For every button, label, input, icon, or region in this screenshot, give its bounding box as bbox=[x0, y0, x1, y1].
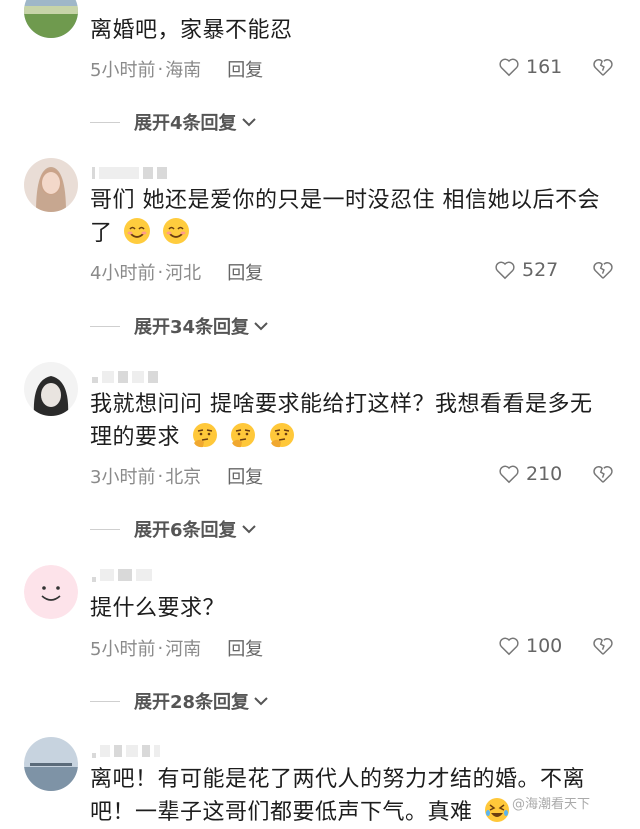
like-button[interactable]: 210 bbox=[498, 463, 562, 485]
username-blurred bbox=[92, 569, 152, 583]
expand-replies-button[interactable]: 展开6条回复 bbox=[90, 516, 257, 542]
watermark: @海潮看天下 bbox=[512, 797, 591, 812]
avatar[interactable] bbox=[24, 0, 78, 38]
comment-time: 4小时前 bbox=[90, 263, 156, 284]
thinking-face-emoji-icon bbox=[192, 423, 217, 448]
expand-replies-label: 展开4条回复 bbox=[134, 113, 237, 134]
comment-text-content: 我就想问问 提啥要求能给打这样？我想看看是多无理的要求 bbox=[90, 392, 593, 450]
separator-dot: · bbox=[157, 261, 164, 283]
smiling-face-emoji-icon bbox=[162, 218, 189, 244]
comment-meta: 4小时前 · 河北 回复 bbox=[90, 259, 263, 285]
expand-replies-label: 展开6条回复 bbox=[134, 520, 237, 541]
comment-text: 提什么要求？ bbox=[90, 596, 226, 621]
comment-location: 海南 bbox=[165, 60, 202, 81]
avatar[interactable] bbox=[24, 565, 78, 619]
comment-time: 3小时前 bbox=[90, 467, 156, 488]
divider-line bbox=[90, 528, 120, 530]
comment-text: 我就想问问 提啥要求能给打这样？我想看看是多无理的要求 bbox=[90, 388, 610, 454]
separator-dot: · bbox=[157, 58, 164, 80]
expand-replies-button[interactable]: 展开34条回复 bbox=[90, 313, 269, 339]
thinking-face-emoji-icon bbox=[269, 423, 294, 448]
expand-replies-label: 展开28条回复 bbox=[134, 692, 250, 713]
expand-replies-button[interactable]: 展开4条回复 bbox=[90, 109, 257, 135]
comment-text: 哥们 她还是爱你的只是一时没忍住 相信她以后不会了 bbox=[90, 184, 610, 250]
broken-heart-icon[interactable] bbox=[592, 463, 614, 485]
avatar[interactable] bbox=[24, 158, 78, 212]
like-count: 161 bbox=[526, 56, 563, 78]
like-count: 527 bbox=[522, 259, 559, 281]
comment-meta: 3小时前 · 北京 回复 bbox=[90, 463, 263, 489]
chevron-down-icon bbox=[254, 322, 268, 331]
comment-time: 5小时前 bbox=[90, 60, 156, 81]
reply-button[interactable]: 回复 bbox=[227, 463, 263, 489]
username-blurred bbox=[92, 167, 167, 181]
separator-dot: · bbox=[157, 465, 164, 487]
expand-replies-label: 展开34条回复 bbox=[134, 317, 250, 338]
comment-location: 河南 bbox=[165, 639, 202, 660]
username-blurred bbox=[92, 745, 160, 759]
broken-heart-icon[interactable] bbox=[592, 259, 614, 281]
comment-text: 离婚吧，家暴不能忍 bbox=[90, 18, 293, 43]
like-button[interactable]: 161 bbox=[498, 56, 562, 78]
username-blurred bbox=[92, 371, 158, 385]
reply-button[interactable]: 回复 bbox=[227, 635, 263, 661]
chevron-down-icon bbox=[241, 118, 256, 127]
comment-time: 5小时前 bbox=[90, 639, 156, 660]
thinking-face-emoji-icon bbox=[231, 423, 256, 448]
like-button[interactable]: 100 bbox=[498, 635, 562, 657]
avatar[interactable] bbox=[24, 737, 78, 791]
comment-meta: 5小时前 · 海南 回复 bbox=[90, 56, 263, 82]
expand-replies-button[interactable]: 展开28条回复 bbox=[90, 688, 269, 714]
heart-outline-icon bbox=[499, 465, 519, 484]
divider-line bbox=[90, 700, 120, 702]
like-button[interactable]: 527 bbox=[494, 259, 558, 281]
heart-outline-icon bbox=[495, 261, 515, 280]
rolling-laughing-emoji-icon bbox=[485, 798, 510, 822]
heart-outline-icon bbox=[499, 637, 519, 656]
avatar[interactable] bbox=[24, 362, 78, 416]
like-count: 100 bbox=[526, 635, 563, 657]
chevron-down-icon bbox=[254, 697, 268, 706]
chevron-down-icon bbox=[241, 525, 256, 534]
broken-heart-icon[interactable] bbox=[592, 635, 614, 657]
divider-line bbox=[90, 121, 120, 123]
heart-outline-icon bbox=[499, 58, 519, 77]
comment-meta: 5小时前 · 河南 回复 bbox=[90, 635, 263, 661]
reply-button[interactable]: 回复 bbox=[227, 259, 263, 285]
comment-location: 北京 bbox=[165, 467, 202, 488]
like-count: 210 bbox=[526, 463, 563, 485]
divider-line bbox=[90, 325, 120, 327]
separator-dot: · bbox=[157, 637, 164, 659]
reply-button[interactable]: 回复 bbox=[227, 56, 263, 82]
broken-heart-icon[interactable] bbox=[592, 56, 614, 78]
smiling-face-emoji-icon bbox=[124, 218, 151, 244]
comment-location: 河北 bbox=[165, 263, 202, 284]
